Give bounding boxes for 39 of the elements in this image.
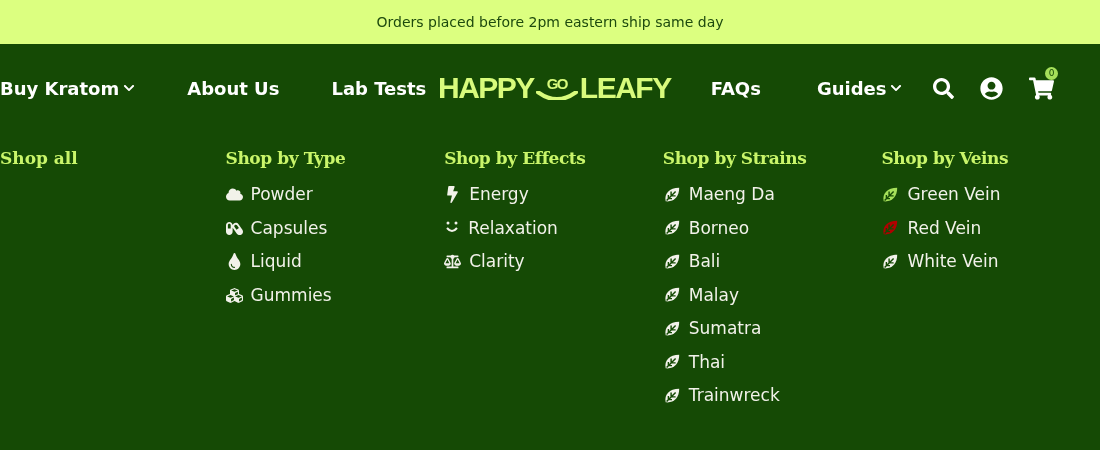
nav-link[interactable]: Buy Kratom: [0, 74, 136, 102]
logo[interactable]: HAPPY GO LEAFY: [438, 71, 671, 105]
menu-link[interactable]: Malay: [688, 282, 740, 308]
nav-link[interactable]: Guides: [816, 74, 903, 102]
menu-link[interactable]: White Vein: [907, 249, 999, 275]
shop-all-link[interactable]: Shop all: [0, 148, 78, 168]
account-icon[interactable]: [980, 76, 1003, 100]
menu-link[interactable]: Powder: [250, 182, 313, 208]
nav-link[interactable]: About Us: [187, 74, 280, 102]
nav-link[interactable]: FAQs: [710, 74, 761, 102]
chevron-down-icon: [123, 82, 136, 94]
menu-link[interactable]: Thai: [688, 349, 726, 375]
menu-link[interactable]: Green Vein: [907, 182, 1001, 208]
announcement-text: Orders placed before 2pm eastern ship same day: [376, 12, 724, 32]
menu-link[interactable]: Red Vein: [907, 215, 982, 241]
scale-icon: [444, 253, 462, 271]
menu-link[interactable]: Relaxation: [468, 215, 558, 241]
menu-link[interactable]: Energy: [469, 182, 529, 208]
menu-link[interactable]: Bali: [688, 249, 721, 275]
cubes-icon: [225, 286, 243, 304]
menu-link[interactable]: Capsules: [250, 215, 328, 241]
menu-link[interactable]: Trainwreck: [688, 383, 780, 409]
menu-link[interactable]: Sumatra: [688, 316, 762, 342]
menu-link[interactable]: Liquid: [250, 249, 302, 275]
chevron-down-icon: [890, 82, 903, 94]
search-icon[interactable]: [933, 77, 954, 99]
column-heading: Shop by Type: [225, 147, 347, 170]
column-heading: Shop by Veins: [881, 147, 1010, 170]
cart-count-badge: 0: [1045, 66, 1058, 80]
capsule-icon: [225, 219, 243, 237]
menu-link[interactable]: Gummies: [250, 282, 332, 308]
smile-icon: [535, 91, 578, 100]
menu-link[interactable]: Borneo: [688, 215, 750, 241]
cart-icon[interactable]: [1029, 76, 1054, 100]
menu-link[interactable]: Clarity: [469, 249, 525, 275]
column-heading: Shop by Effects: [444, 147, 587, 170]
menu-link[interactable]: Maeng Da: [688, 182, 775, 208]
nav-link[interactable]: Lab Tests: [331, 74, 427, 102]
column-heading: Shop by Strains: [662, 147, 808, 170]
